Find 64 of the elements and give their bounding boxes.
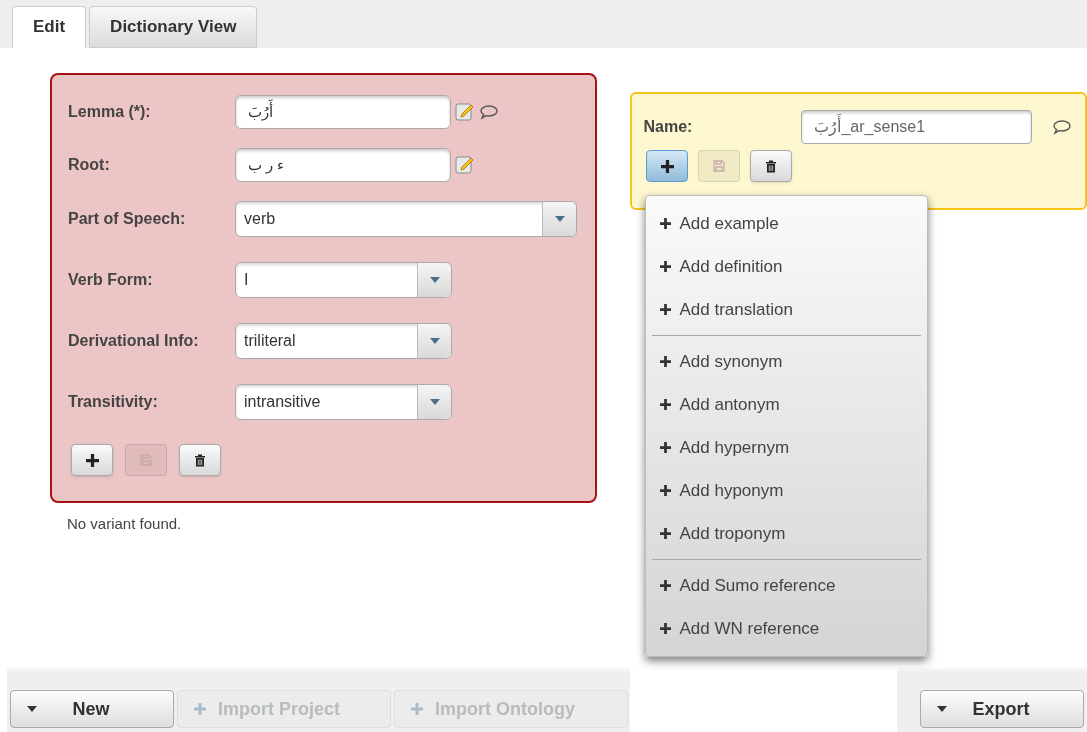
save-icon [713, 160, 726, 172]
plus-icon [194, 703, 206, 715]
add-button[interactable] [71, 444, 113, 476]
menu-item[interactable]: Add hypernym [652, 426, 922, 469]
dropdown-value: I [243, 270, 250, 290]
toolbar-button[interactable]: Export [920, 690, 1084, 728]
caret-icon [27, 706, 37, 712]
plus-icon [660, 159, 674, 173]
dropdown-value: verb [243, 209, 277, 229]
field-label: Verb Form: [68, 270, 154, 290]
text-field[interactable]: أَرُبَ_ar_sense1 [801, 110, 1033, 144]
text-field[interactable]: أَرُبَ [235, 95, 451, 129]
menu-item[interactable]: Add example [652, 202, 922, 245]
menu-item[interactable]: Add WN reference [652, 607, 922, 650]
plus-icon [660, 218, 672, 229]
menu-item[interactable]: Add synonym [652, 340, 922, 383]
plus-icon [660, 399, 672, 410]
field-label: Part of Speech: [68, 209, 187, 229]
trash-icon [765, 159, 778, 173]
caret-icon [937, 706, 947, 712]
edit-icon[interactable] [455, 102, 475, 122]
tab[interactable]: Edit [12, 6, 87, 48]
field-label: Transitivity: [68, 392, 159, 412]
field-label: Derivational Info: [68, 331, 200, 351]
plus-icon [660, 261, 672, 272]
plus-icon [660, 623, 672, 634]
plus-icon [660, 485, 672, 496]
delete-button[interactable] [179, 444, 221, 476]
dropdown-field[interactable]: triliteral [235, 323, 452, 359]
plus-icon [660, 356, 672, 367]
edit-icon[interactable] [455, 155, 475, 175]
delete-button[interactable] [750, 150, 793, 182]
toolbar-button[interactable]: New [10, 690, 174, 728]
status-message: No variant found. [67, 514, 183, 534]
field-label: Name: [643, 117, 694, 137]
field-label: Root: [68, 155, 111, 175]
caret-icon [429, 277, 440, 283]
text-field[interactable]: ء ر ب [235, 148, 451, 182]
trash-icon [194, 453, 206, 467]
plus-icon [660, 442, 672, 453]
dropdown-field[interactable]: verb [235, 201, 577, 237]
speech-bubble-icon[interactable] [479, 104, 499, 120]
plus-icon [660, 304, 672, 315]
dropdown-value: triliteral [243, 331, 297, 351]
plus-icon [660, 580, 672, 591]
menu-item[interactable]: Add hyponym [652, 469, 922, 512]
menu-item[interactable]: Add troponym [652, 512, 922, 555]
caret-icon [429, 399, 440, 405]
menu-item[interactable]: Add translation [652, 288, 922, 331]
plus-icon [660, 528, 672, 539]
menu-item[interactable]: Add definition [652, 245, 922, 288]
menu-item[interactable]: Add antonym [652, 383, 922, 426]
dropdown-field[interactable]: intransitive [235, 384, 452, 420]
caret-icon [429, 338, 440, 344]
plus-icon [411, 703, 423, 715]
tab[interactable]: Dictionary View [89, 6, 258, 48]
dropdown-value: intransitive [243, 392, 322, 412]
menu-item[interactable]: Add Sumo reference [652, 564, 922, 607]
speech-bubble-icon[interactable] [1052, 119, 1073, 135]
caret-icon [554, 216, 565, 222]
field-label: Lemma (*): [68, 102, 152, 122]
plus-icon [85, 453, 99, 467]
add-button[interactable] [646, 150, 689, 182]
dropdown-field[interactable]: I [235, 262, 452, 298]
